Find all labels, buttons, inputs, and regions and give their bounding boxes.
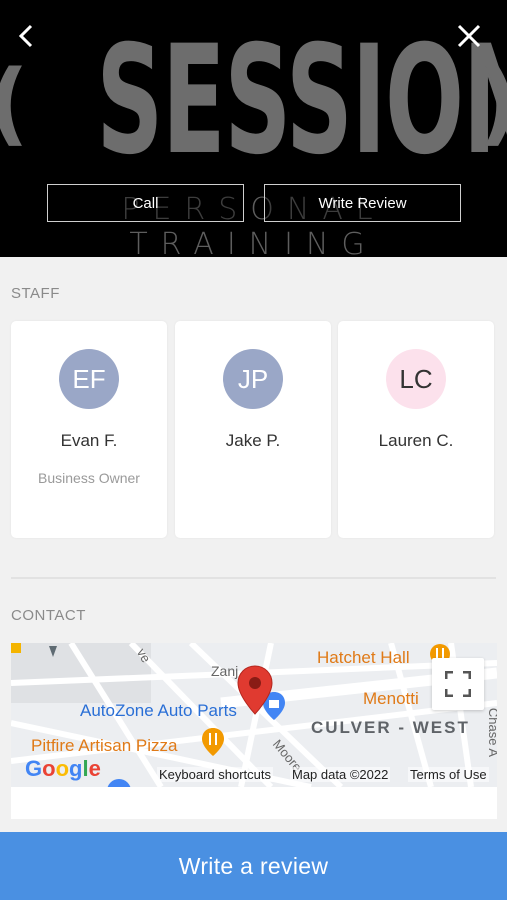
map-poi-label[interactable]: AutoZone Auto Parts bbox=[80, 701, 237, 721]
map-poi-marker bbox=[107, 779, 131, 787]
map-card-footer bbox=[11, 787, 497, 819]
staff-name: Lauren C. bbox=[378, 431, 454, 450]
map-poi-label[interactable]: Menotti bbox=[363, 689, 419, 709]
map-pin-icon[interactable] bbox=[237, 665, 273, 715]
google-logo: Google bbox=[25, 756, 101, 781]
logo-title: SESSIONS bbox=[96, 14, 507, 188]
staff-card[interactable]: LC Lauren C. bbox=[338, 321, 494, 538]
fullscreen-icon bbox=[445, 671, 471, 697]
write-a-review-button[interactable]: Write a review bbox=[0, 832, 507, 900]
map-street-label: Chase A bbox=[486, 707, 497, 757]
staff-name: Jake P. bbox=[225, 431, 281, 450]
staff-section-title: STAFF bbox=[11, 285, 60, 302]
map-poi-label[interactable]: Pitfire Artisan Pizza bbox=[31, 736, 177, 756]
avatar: JP bbox=[223, 349, 283, 409]
chevron-left-icon[interactable] bbox=[12, 20, 44, 52]
staff-card[interactable]: EF Evan F. Business Owner bbox=[11, 321, 167, 538]
map-data-attribution: Map data ©2022 bbox=[290, 767, 391, 782]
staff-card[interactable]: JP Jake P. bbox=[175, 321, 331, 538]
restaurant-icon[interactable] bbox=[201, 727, 225, 757]
close-icon[interactable] bbox=[453, 20, 485, 52]
keyboard-shortcuts-link[interactable]: Keyboard shortcuts bbox=[157, 767, 274, 782]
fullscreen-button[interactable] bbox=[432, 658, 484, 710]
contact-section-title: CONTACT bbox=[11, 607, 86, 624]
staff-role: Business Owner bbox=[38, 470, 140, 486]
call-button[interactable]: Call bbox=[47, 184, 244, 222]
staff-list: EF Evan F. Business Owner JP Jake P. LC … bbox=[11, 321, 495, 538]
location-map[interactable]: ve Zanj Hatchet Hall Menotti AutoZone Au… bbox=[11, 643, 497, 787]
write-review-button[interactable]: Write Review bbox=[264, 184, 461, 222]
avatar: EF bbox=[59, 349, 119, 409]
avatar: LC bbox=[386, 349, 446, 409]
map-street-label: Zanj bbox=[211, 663, 239, 679]
map-poi-label[interactable]: Hatchet Hall bbox=[317, 648, 410, 668]
hero-banner: ( SESSIONS ) PERSONAL TRAINING Call Writ… bbox=[0, 0, 507, 257]
terms-of-use-link[interactable]: Terms of Use bbox=[408, 767, 489, 782]
logo-right-paren: ) bbox=[478, 54, 507, 154]
map-area-label: CULVER - WEST bbox=[311, 718, 470, 737]
section-divider bbox=[11, 577, 496, 579]
staff-name: Evan F. bbox=[60, 431, 118, 450]
logo-left-paren: ( bbox=[0, 54, 29, 154]
